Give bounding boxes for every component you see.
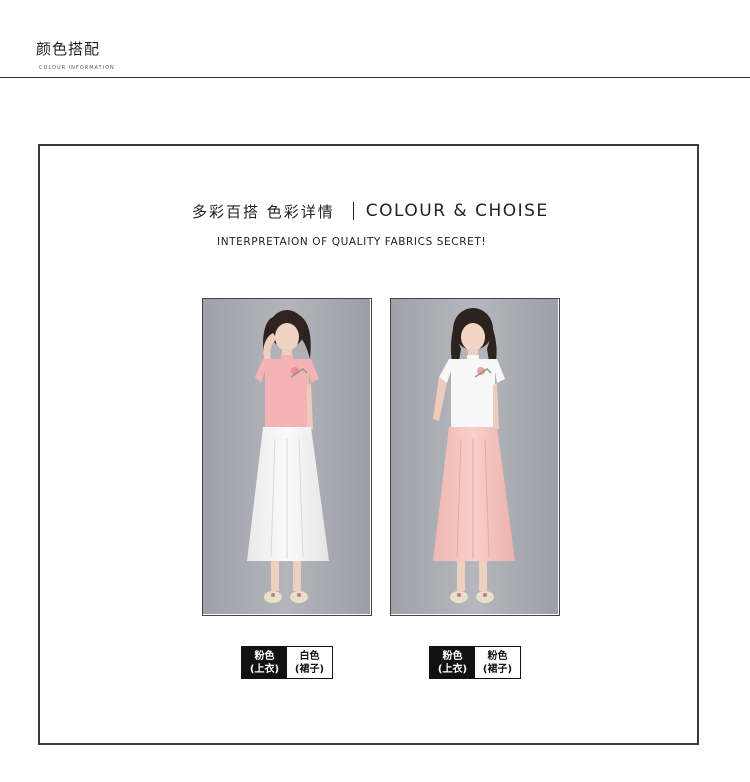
top-color-label: 粉色 (442, 650, 463, 662)
section-title: 颜色搭配 (36, 40, 101, 58)
product-photo-white-top-pink-skirt[interactable] (390, 298, 560, 616)
color-tag-option-2: 粉色 (上衣) 粉色 (裙子) (429, 646, 521, 679)
headline-tagline: INTERPRETAION OF QUALITY FABRICS SECRET! (217, 236, 487, 248)
skirt-color-label: 白色 (299, 650, 320, 662)
color-tag-option-1: 粉色 (上衣) 白色 (裙子) (241, 646, 333, 679)
skirt-part-label: (裙子) (294, 663, 325, 675)
skirt-color-cell: 白色 (裙子) (287, 647, 332, 678)
section-divider (0, 77, 750, 78)
top-part-label: (上衣) (437, 663, 468, 675)
headline: 多彩百搭 色彩详情 COLOUR & CHOISE (192, 198, 549, 224)
skirt-color-label: 粉色 (487, 650, 508, 662)
top-color-cell: 粉色 (上衣) (430, 647, 475, 678)
headline-separator (352, 202, 354, 220)
top-color-label: 粉色 (254, 650, 275, 662)
headline-english: COLOUR & CHOISE (365, 201, 549, 221)
skirt-color-cell: 粉色 (裙子) (475, 647, 520, 678)
skirt-part-label: (裙子) (482, 663, 513, 675)
section-subtitle: COLOUR INFORMATION (39, 65, 115, 71)
top-part-label: (上衣) (249, 663, 280, 675)
top-color-cell: 粉色 (上衣) (242, 647, 287, 678)
headline-chinese: 多彩百搭 色彩详情 (192, 202, 335, 221)
product-photo-pink-top-white-skirt[interactable] (202, 298, 372, 616)
